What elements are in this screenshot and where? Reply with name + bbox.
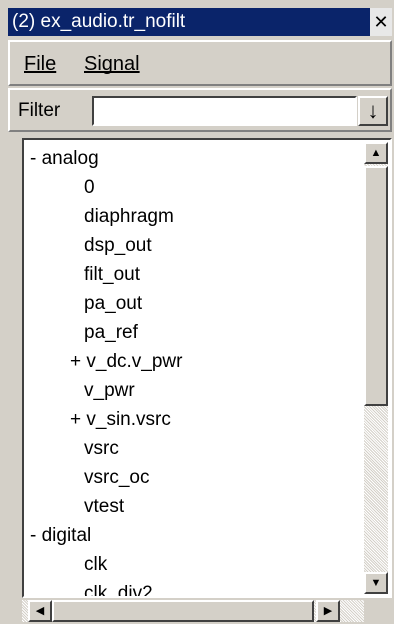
filter-bar: Filter ↓ [8,88,392,132]
close-icon[interactable]: ✕ [370,8,392,36]
tree-item[interactable]: clk [26,550,364,579]
tree-item[interactable]: + v_sin.vsrc [26,405,364,434]
signal-browser-window: (2) ex_audio.tr_nofilt ✕ File Signal Fil… [0,0,394,624]
vertical-scrollbar[interactable]: ▲ ▼ [364,142,388,594]
signal-tree: - analog 0 diaphragm dsp_out filt_out pa_out p… [22,138,392,598]
scroll-down-icon[interactable]: ▼ [364,572,388,594]
signal-list: - analog 0 diaphragm dsp_out filt_out pa_out p… [26,144,364,596]
scroll-right-icon[interactable]: ▶ [316,600,340,622]
menu-bar: File Signal [8,40,392,86]
menu-signal[interactable]: Signal [84,52,140,76]
tree-item[interactable]: pa_ref [26,318,364,347]
scroll-up-icon[interactable]: ▲ [364,142,388,164]
tree-item[interactable]: vtest [26,492,364,521]
scroll-left-icon[interactable]: ◀ [28,600,52,622]
tree-item[interactable]: dsp_out [26,231,364,260]
vertical-scroll-thumb[interactable] [364,166,388,406]
tree-item[interactable]: v_pwr [26,376,364,405]
tree-item[interactable]: 0 [26,173,364,202]
tree-item[interactable]: vsrc_oc [26,463,364,492]
tree-item[interactable]: + v_dc.v_pwr [26,347,364,376]
title-bar[interactable]: (2) ex_audio.tr_nofilt ✕ [8,8,392,36]
tree-item[interactable]: - digital [26,521,364,550]
tree-item[interactable]: filt_out [26,260,364,289]
tree-item[interactable]: pa_out [26,289,364,318]
horizontal-scrollbar[interactable]: ◀ ▶ [22,600,364,622]
window-title: (2) ex_audio.tr_nofilt [12,11,186,32]
tree-item[interactable]: clk_div2 [26,579,364,596]
horizontal-scroll-thumb[interactable] [52,600,314,622]
filter-apply-button[interactable]: ↓ [358,96,388,126]
filter-label: Filter [18,100,61,121]
filter-input[interactable] [92,96,357,126]
tree-item[interactable]: vsrc [26,434,364,463]
tree-item[interactable]: diaphragm [26,202,364,231]
tree-item[interactable]: - analog [26,144,364,173]
menu-file[interactable]: File [24,52,56,76]
